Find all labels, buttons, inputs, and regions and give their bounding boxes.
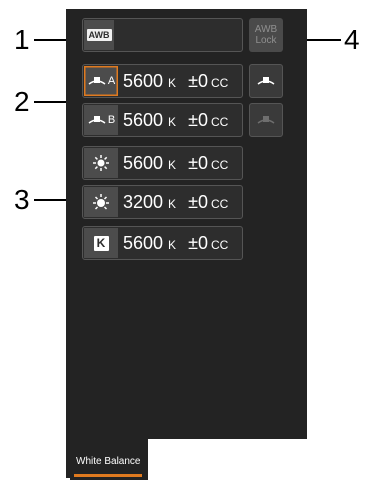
tungsten-icon (84, 187, 118, 217)
wb-row-kelvin[interactable]: K 5600 K ±0 CC (82, 226, 243, 260)
tab-active-indicator (74, 474, 142, 477)
wb-row-set-a[interactable]: A 5600 K ±0 CC (82, 64, 243, 98)
set-wb-b-button[interactable] (249, 103, 283, 137)
kelvin-icon: K (84, 228, 118, 258)
wb-row-kelvin-value: 5600 K ±0 CC (123, 233, 229, 253)
callout-1: 1 (14, 24, 30, 55)
tab-white-balance-label: White Balance (76, 456, 141, 467)
set-wb-icon (257, 77, 275, 85)
tab-white-balance[interactable]: White Balance (70, 436, 148, 480)
awb-lock-line2: Lock (255, 35, 277, 46)
wb-row-daylight[interactable]: 5600 K ±0 CC (82, 146, 243, 180)
daylight-icon (84, 148, 118, 178)
wb-row-set-b[interactable]: B 5600 K ±0 CC (82, 103, 243, 137)
wb-row-daylight-value: 5600 K ±0 CC (123, 153, 229, 173)
leader-line-2 (34, 101, 68, 103)
wb-row-set-b-value: 5600 K ±0 CC (123, 110, 229, 130)
callout-2: 2 (14, 86, 30, 117)
set-wb-icon (257, 116, 275, 124)
awb-button[interactable]: AWB (82, 18, 243, 52)
callout-4: 4 (344, 24, 360, 55)
wb-row-set-a-value: 5600 K ±0 CC (123, 71, 229, 91)
awb-lock-line1: AWB (254, 24, 278, 35)
leader-line-3 (34, 199, 68, 201)
awb-icon: AWB (84, 20, 114, 50)
wb-row-tungsten-value: 3200 K ±0 CC (123, 192, 229, 212)
set-wb-a-button[interactable] (249, 64, 283, 98)
wb-row-tungsten[interactable]: 3200 K ±0 CC (82, 185, 243, 219)
awb-lock-button[interactable]: AWB Lock (249, 18, 283, 52)
callout-3: 3 (14, 184, 30, 215)
custom-wb-b-icon: B (84, 105, 118, 135)
panel-cutout (148, 439, 308, 480)
custom-wb-a-icon: A (84, 66, 118, 96)
